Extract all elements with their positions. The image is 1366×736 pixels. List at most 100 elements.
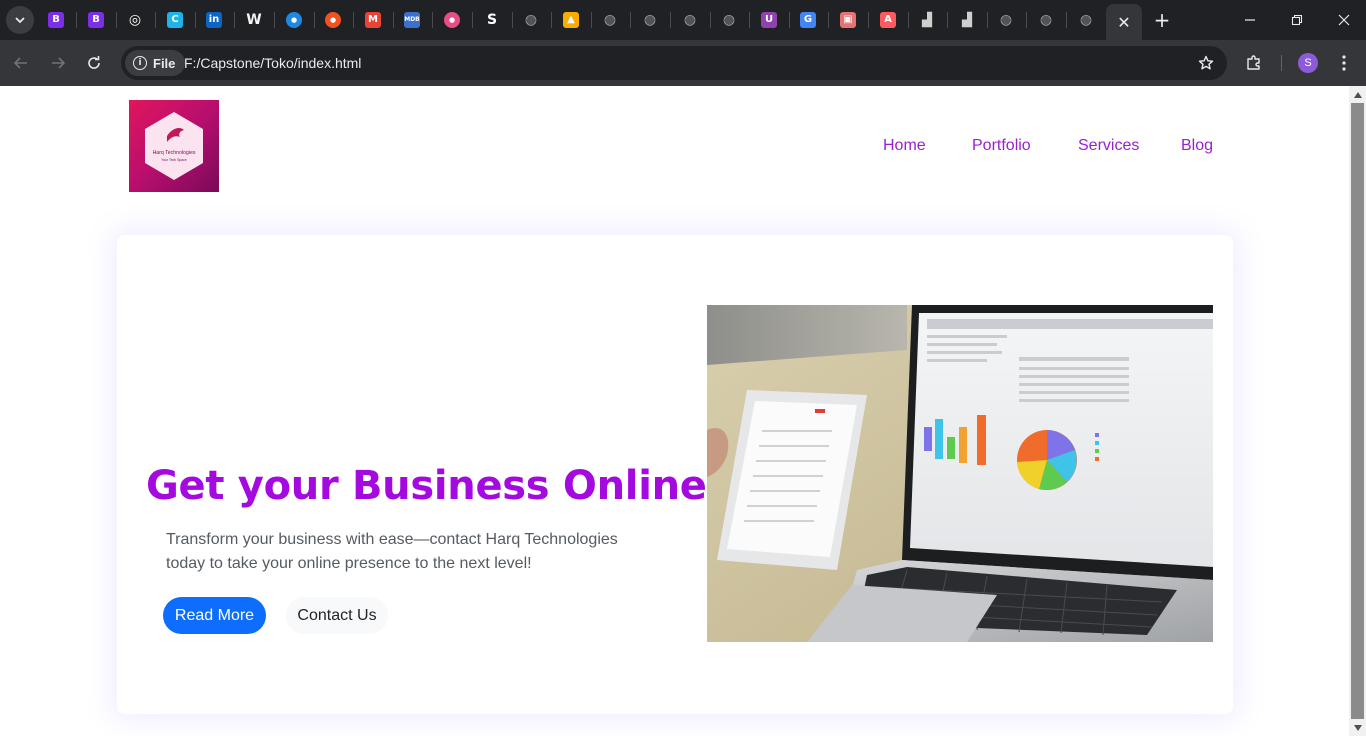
canva-icon: C — [167, 12, 183, 28]
tab-separator — [512, 12, 513, 28]
airbnb-icon: A — [880, 12, 896, 28]
figure-icon: ▟ — [922, 12, 932, 28]
scroll-down-button[interactable] — [1349, 719, 1366, 736]
browser-tab[interactable]: ● — [440, 8, 464, 32]
globe-icon: ◍ — [1079, 12, 1093, 28]
nav-portfolio-link[interactable]: Portfolio — [972, 137, 1031, 155]
tab-separator — [195, 12, 196, 28]
browser-tab[interactable]: ● — [282, 8, 306, 32]
site-logo[interactable]: Harq Technologies Your Tech Space — [129, 100, 219, 192]
address-bar[interactable]: i File F:/Capstone/Toko/index.html — [121, 46, 1227, 80]
site-info-chip[interactable]: i File — [125, 50, 186, 76]
linkedin-icon: in — [206, 12, 222, 28]
page-scrollbar[interactable] — [1349, 86, 1366, 736]
browser-menu-button[interactable] — [1334, 51, 1354, 75]
minimize-button[interactable] — [1238, 8, 1262, 32]
url-text[interactable]: F:/Capstone/Toko/index.html — [184, 55, 361, 71]
image-icon: ▣ — [840, 12, 856, 28]
browser-tab[interactable]: ◍ — [717, 8, 741, 32]
tab-separator — [472, 12, 473, 28]
globe-icon: ◍ — [524, 12, 538, 28]
tab-search-button[interactable] — [6, 6, 34, 34]
close-tab-icon[interactable]: ✕ — [1117, 13, 1130, 32]
star-icon — [1198, 55, 1214, 70]
browser-tab[interactable]: ● — [321, 8, 345, 32]
hero-laptop-image — [707, 305, 1213, 642]
read-more-button[interactable]: Read More — [163, 597, 266, 634]
browser-tab[interactable]: ◍ — [598, 8, 622, 32]
active-tab[interactable]: ✕ — [1106, 4, 1142, 40]
browser-tab[interactable]: C — [163, 8, 187, 32]
nav-services-link[interactable]: Services — [1078, 137, 1139, 155]
tab-separator — [947, 12, 948, 28]
wikipedia-icon: W — [246, 12, 262, 28]
browser-tab[interactable]: U — [757, 8, 781, 32]
logo-title: Harq Technologies — [153, 150, 196, 156]
globe-icon: ◍ — [683, 12, 697, 28]
forward-button[interactable] — [46, 51, 70, 75]
arrow-left-icon — [13, 57, 27, 69]
browser-tab[interactable]: ◍ — [519, 8, 543, 32]
browser-tab[interactable]: ◍ — [994, 8, 1018, 32]
kebab-menu-icon — [1342, 55, 1346, 71]
tab-strip: B B ◎ Cin W ● ● M MDB ● S ◍ ▲ ◍ ◍ ◍ ◍ U G ▣ A ▟ ▟ ◍ ◍ ◍ ✕ + — [0, 0, 1366, 40]
hero-card: Get your Business Online Transform your … — [117, 235, 1233, 714]
browser-tab[interactable]: G — [796, 8, 820, 32]
minimize-icon — [1245, 19, 1255, 21]
dribbble-icon: ● — [444, 12, 460, 28]
page-viewport: Harq Technologies Your Tech Space Home P… — [0, 86, 1349, 736]
browser-tab[interactable]: B — [84, 8, 108, 32]
globe-icon: ◍ — [722, 12, 736, 28]
restore-button[interactable] — [1285, 8, 1309, 32]
nav-home-link[interactable]: Home — [883, 137, 926, 155]
browser-tab[interactable]: M — [361, 8, 385, 32]
triangle-up-icon — [1353, 91, 1362, 98]
tab-separator — [314, 12, 315, 28]
tab-separator — [155, 12, 156, 28]
browser-tab[interactable]: ◍ — [638, 8, 662, 32]
tab-separator — [432, 12, 433, 28]
close-icon — [1338, 14, 1350, 26]
profile-avatar[interactable]: S — [1298, 53, 1318, 73]
browser-tab[interactable]: S — [480, 8, 504, 32]
tab-separator — [1066, 12, 1067, 28]
reload-icon — [88, 56, 100, 69]
browser-tab[interactable]: ◍ — [678, 8, 702, 32]
browser-tab[interactable]: ▟ — [915, 8, 939, 32]
browser-tab[interactable]: MDB — [400, 8, 424, 32]
chatgpt-icon: ◎ — [128, 12, 142, 28]
browser-tab[interactable]: W — [242, 8, 266, 32]
close-window-button[interactable] — [1332, 8, 1356, 32]
tab-separator — [908, 12, 909, 28]
scrollbar-thumb[interactable] — [1351, 103, 1364, 719]
browser-tab[interactable]: ▲ — [559, 8, 583, 32]
info-icon: i — [133, 56, 147, 70]
scroll-up-button[interactable] — [1349, 86, 1366, 103]
tab-separator — [116, 12, 117, 28]
tab-separator — [234, 12, 235, 28]
contact-us-button[interactable]: Contact Us — [286, 597, 388, 634]
browser-tab[interactable]: ◍ — [1034, 8, 1058, 32]
tab-separator — [1026, 12, 1027, 28]
logo-hexagon-icon: Harq Technologies Your Tech Space — [145, 112, 203, 180]
browser-tab[interactable]: ◍ — [1074, 8, 1098, 32]
fire-icon: ● — [325, 12, 341, 28]
site-info-label: File — [153, 55, 176, 71]
browser-tab[interactable]: in — [202, 8, 226, 32]
bookmark-star-button[interactable] — [1194, 51, 1218, 75]
bookmark-icon: ▲ — [563, 12, 579, 28]
browser-tab[interactable]: A — [876, 8, 900, 32]
browser-tab[interactable]: ◎ — [123, 8, 147, 32]
reload-button[interactable] — [82, 51, 106, 75]
globe-blue-icon: ● — [286, 12, 302, 28]
new-tab-button[interactable]: + — [1150, 8, 1174, 32]
nav-blog-link[interactable]: Blog — [1181, 137, 1213, 155]
back-button[interactable] — [9, 51, 33, 75]
hero-title: Get your Business Online — [146, 463, 707, 509]
arrow-right-icon — [52, 57, 66, 69]
browser-tab[interactable]: B — [44, 8, 68, 32]
browser-tab[interactable]: ▟ — [955, 8, 979, 32]
extensions-button[interactable] — [1242, 51, 1266, 75]
browser-tab[interactable]: ▣ — [836, 8, 860, 32]
globe-icon: ◍ — [603, 12, 617, 28]
